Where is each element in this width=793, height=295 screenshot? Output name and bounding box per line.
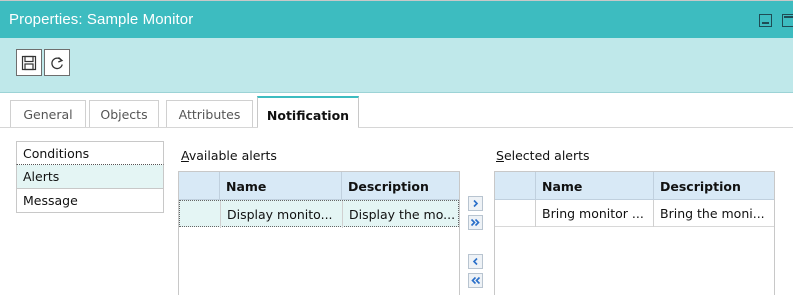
- column-header-description[interactable]: Description: [653, 172, 776, 200]
- minimize-icon[interactable]: [759, 14, 772, 27]
- table-row[interactable]: Bring monitor ... Bring the moni...: [495, 200, 774, 227]
- move-all-left-button[interactable]: [468, 273, 483, 288]
- table-row[interactable]: Display monito... Display the mo...: [179, 200, 460, 228]
- save-button[interactable]: [16, 49, 42, 76]
- cell-name: Display monito...: [220, 201, 335, 228]
- grid-header: Name Description: [495, 172, 774, 200]
- available-alerts-label-text: vailable alerts: [188, 148, 277, 163]
- selected-alerts-grid[interactable]: Name Description Bring monitor ... Bring…: [494, 171, 775, 295]
- grid-header: Name Description: [179, 172, 459, 200]
- maximize-icon[interactable]: [782, 14, 793, 27]
- move-one-right-button[interactable]: [468, 196, 483, 211]
- refresh-button[interactable]: [44, 49, 70, 76]
- toolbar: [0, 38, 793, 93]
- available-alerts-label: Available alerts: [181, 148, 277, 163]
- tab-notification[interactable]: Notification: [257, 96, 359, 128]
- available-alerts-grid[interactable]: Name Description Display monito... Displ…: [178, 171, 460, 295]
- selected-alerts-accel: S: [496, 148, 504, 163]
- title-bar: Properties: Sample Monitor: [0, 1, 793, 38]
- chevron-right-icon: [473, 199, 479, 208]
- move-one-left-button[interactable]: [468, 254, 483, 269]
- column-header-name[interactable]: Name: [219, 172, 334, 200]
- cell-description: Bring the moni...: [653, 200, 774, 227]
- active-tab-gap: [258, 127, 358, 129]
- double-chevron-right-icon: [470, 218, 480, 227]
- move-all-right-button[interactable]: [468, 215, 483, 230]
- window-title: Properties: Sample Monitor: [9, 11, 194, 28]
- tab-objects[interactable]: Objects: [89, 100, 159, 128]
- selected-alerts-label-text: elected alerts: [503, 148, 590, 163]
- side-nav: Conditions Alerts Message: [16, 141, 164, 213]
- tab-general[interactable]: General: [10, 100, 86, 128]
- selected-alerts-label: Selected alerts: [496, 148, 590, 163]
- side-nav-item-conditions[interactable]: Conditions: [16, 141, 164, 165]
- cell-description: Display the mo...: [342, 201, 460, 228]
- column-header-description[interactable]: Description: [341, 172, 461, 200]
- available-alerts-accel: A: [181, 148, 189, 163]
- side-nav-item-alerts[interactable]: Alerts: [16, 165, 164, 189]
- chevron-left-icon: [472, 257, 478, 266]
- column-header-name[interactable]: Name: [535, 172, 651, 200]
- floppy-disk-icon: [21, 55, 37, 70]
- tab-attributes[interactable]: Attributes: [166, 100, 253, 128]
- tab-strip: General Objects Attributes Notification: [0, 94, 793, 128]
- side-nav-item-message[interactable]: Message: [16, 189, 164, 213]
- tab-divider: [0, 127, 793, 128]
- cell-name: Bring monitor ...: [535, 200, 651, 227]
- refresh-icon: [51, 56, 64, 69]
- double-chevron-left-icon: [471, 276, 481, 285]
